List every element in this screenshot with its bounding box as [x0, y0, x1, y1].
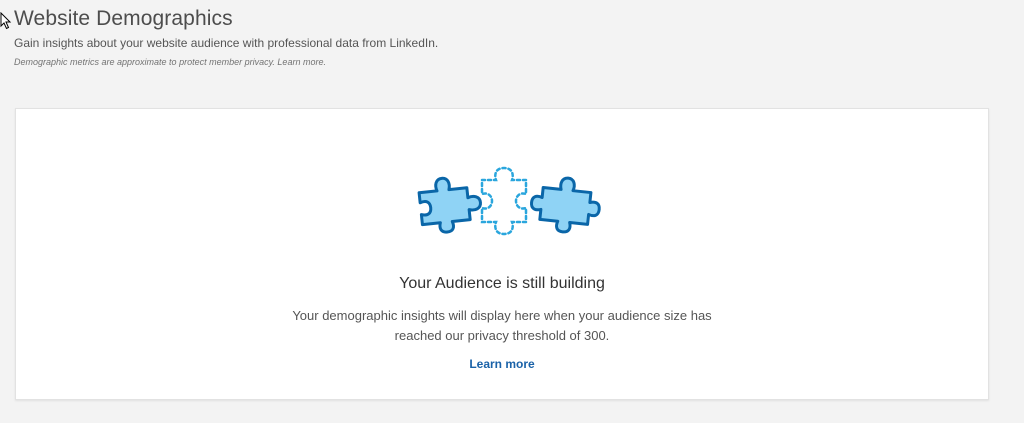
privacy-note: Demographic metrics are approximate to p…	[14, 57, 326, 67]
empty-state-description: Your demographic insights will display h…	[292, 308, 712, 343]
page-header: Website Demographics Gain insights about…	[14, 4, 914, 68]
left-puzzle-piece	[417, 176, 482, 234]
page-title: Website Demographics	[14, 7, 233, 30]
learn-more-link[interactable]: Learn more	[16, 356, 988, 372]
puzzle-pieces-icon	[417, 166, 601, 236]
page-subtitle: Gain insights about your website audienc…	[14, 36, 439, 50]
missing-puzzle-piece-outline	[480, 166, 528, 236]
mouse-cursor-icon	[0, 12, 12, 30]
right-puzzle-piece	[530, 176, 601, 234]
audience-empty-state-card: Your Audience is still building Your dem…	[15, 108, 989, 400]
empty-state-title: Your Audience is still building	[399, 275, 605, 292]
